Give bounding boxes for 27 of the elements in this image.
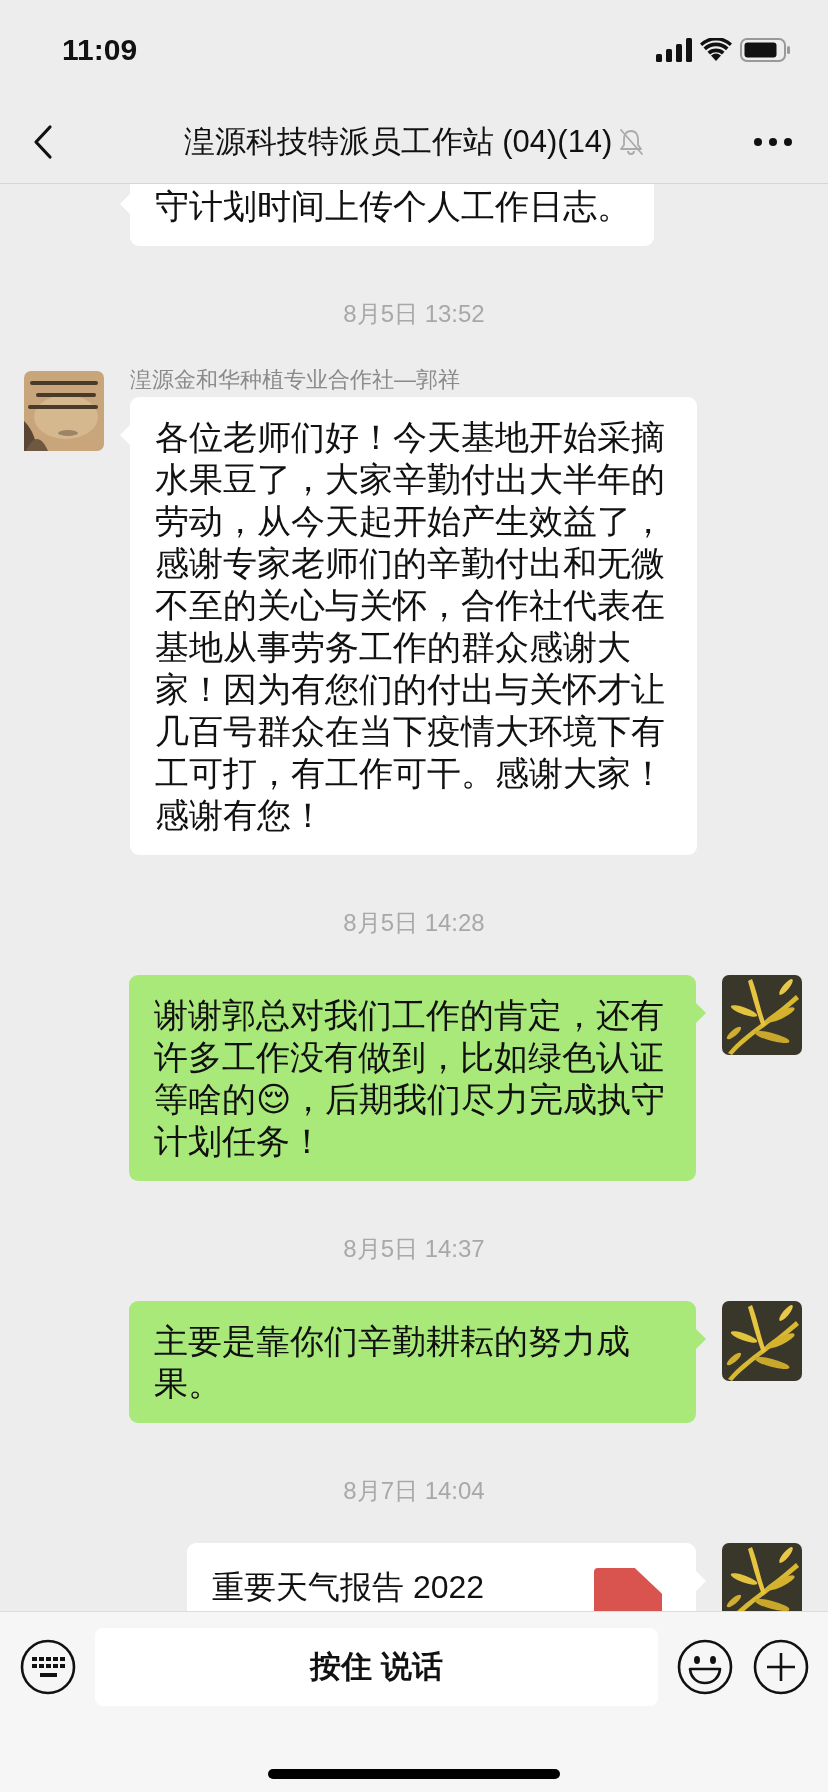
keyboard-button[interactable] — [19, 1638, 77, 1696]
keyboard-icon — [20, 1639, 76, 1695]
bubble-tail — [696, 1003, 706, 1023]
timestamp: 8月5日 14:28 — [342, 908, 486, 938]
more-options-button[interactable] — [752, 1638, 810, 1696]
smiley-icon — [677, 1639, 733, 1695]
message-bubble: 各位老师们好！今天基地开始采摘水果豆了，大家辛勤付出大半年的劳动，从今天起开始产生效益了，感谢专家老师们的辛勤付出和无微不至的关心与关怀，合作社代表在基地从事劳务工作的群众感谢大家！因为有您们的付出与关怀才让几百号群众在当下疫情大环境下有工可打，有工作可干。感谢大家！感谢有您！ — [130, 397, 697, 855]
plus-icon — [753, 1639, 809, 1695]
chat-title: 湟源科技特派员工作站 (04)(14) — [183, 122, 613, 161]
timestamp: 8月7日 14:04 — [342, 1476, 486, 1506]
wifi-icon — [700, 38, 732, 62]
emoji-button[interactable] — [676, 1638, 734, 1696]
sender-name: 湟源金和华种植专业合作社—郭祥 — [130, 366, 461, 394]
file-name: 重要天气报告 2022 — [212, 1568, 486, 1607]
timestamp: 8月5日 13:52 — [342, 299, 486, 329]
file-card[interactable]: 重要天气报告 2022 — [187, 1543, 696, 1611]
message-bubble: 谢谢郭总对我们工作的肯定，还有许多工作没有做到，比如绿色认证等啥的😌，后期我们尽力完成执守计划任务！ — [129, 975, 696, 1181]
status-time: 11:09 — [62, 33, 138, 67]
battery-icon — [740, 38, 790, 62]
timestamp: 8月5日 14:37 — [342, 1234, 486, 1264]
message-bubble: 守计划时间上传个人工作日志。 — [130, 184, 654, 246]
message-bubble: 主要是靠你们辛勤耕耘的努力成果。 — [129, 1301, 696, 1423]
signal-icon — [656, 38, 692, 62]
press-to-talk-button[interactable]: 按住 说话 — [95, 1628, 658, 1706]
back-icon — [32, 123, 54, 160]
more-icon — [753, 136, 793, 147]
bubble-tail — [696, 1329, 706, 1349]
